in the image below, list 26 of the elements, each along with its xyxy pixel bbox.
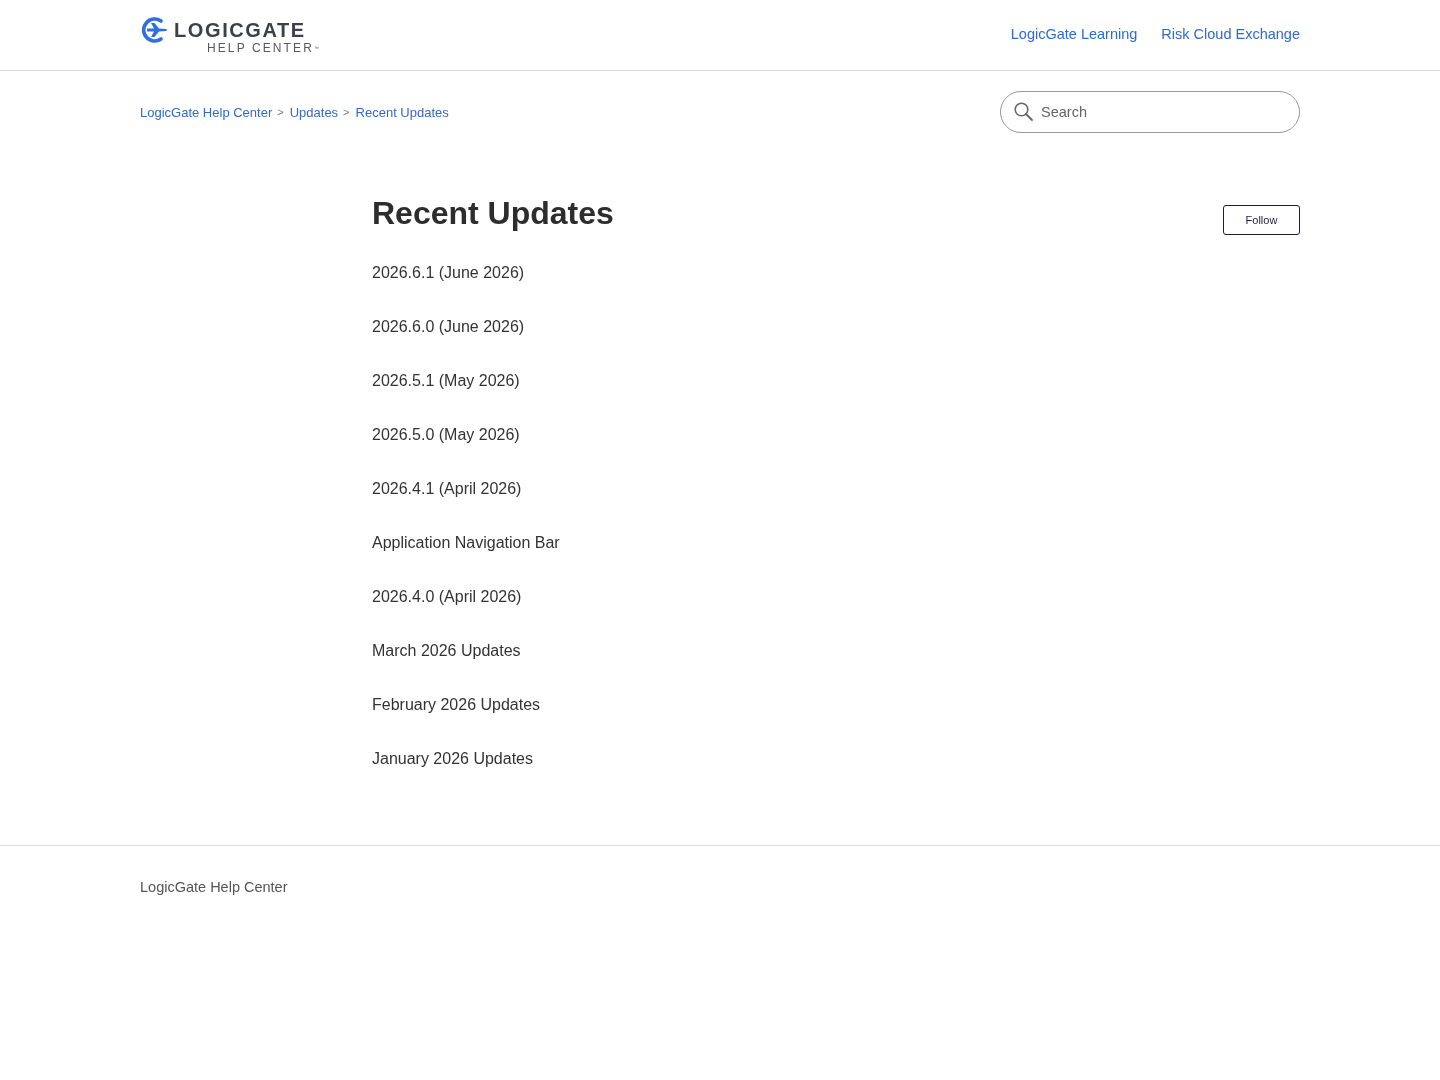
article-link[interactable]: 2026.5.0 (May 2026)	[372, 425, 520, 445]
follow-button[interactable]: Follow	[1223, 205, 1300, 235]
article-link[interactable]: 2026.6.0 (June 2026)	[372, 317, 525, 337]
article-link[interactable]: 2026.5.1 (May 2026)	[372, 371, 520, 391]
nav-link[interactable]: Risk Cloud Exchange	[1161, 26, 1300, 42]
footer-text: LogicGate Help Center	[140, 879, 288, 895]
article-link[interactable]: February 2026 Updates	[372, 695, 541, 715]
search-field[interactable]: Search	[1000, 91, 1300, 133]
article-link[interactable]: 2026.4.1 (April 2026)	[372, 479, 522, 499]
section-title: Recent Updates	[372, 194, 614, 233]
article-link[interactable]: Application Navigation Bar	[372, 533, 560, 553]
breadcrumb-link[interactable]: LogicGate Help Center	[140, 104, 273, 120]
breadcrumb-separator: >	[277, 106, 284, 118]
article-link[interactable]: March 2026 Updates	[372, 641, 521, 661]
breadcrumb-link[interactable]: Recent Updates	[355, 104, 449, 120]
article-link[interactable]: 2026.6.1 (June 2026)	[372, 263, 525, 283]
breadcrumb-separator: >	[343, 106, 350, 118]
article-link[interactable]: January 2026 Updates	[372, 749, 533, 769]
breadcrumb-link[interactable]: Updates	[289, 104, 339, 120]
search-icon	[1014, 102, 1033, 121]
logo-icon	[140, 16, 168, 44]
logo-wordmark: LOGICGATE	[174, 18, 307, 42]
logo[interactable]: LOGICGATE HELP CENTER$^{™}$	[140, 16, 319, 54]
article-link[interactable]: 2026.4.0 (April 2026)	[372, 587, 522, 607]
logo-subtitle: HELP CENTER$^{™}$	[207, 42, 319, 54]
nav-link[interactable]: LogicGate Learning	[1010, 26, 1138, 42]
